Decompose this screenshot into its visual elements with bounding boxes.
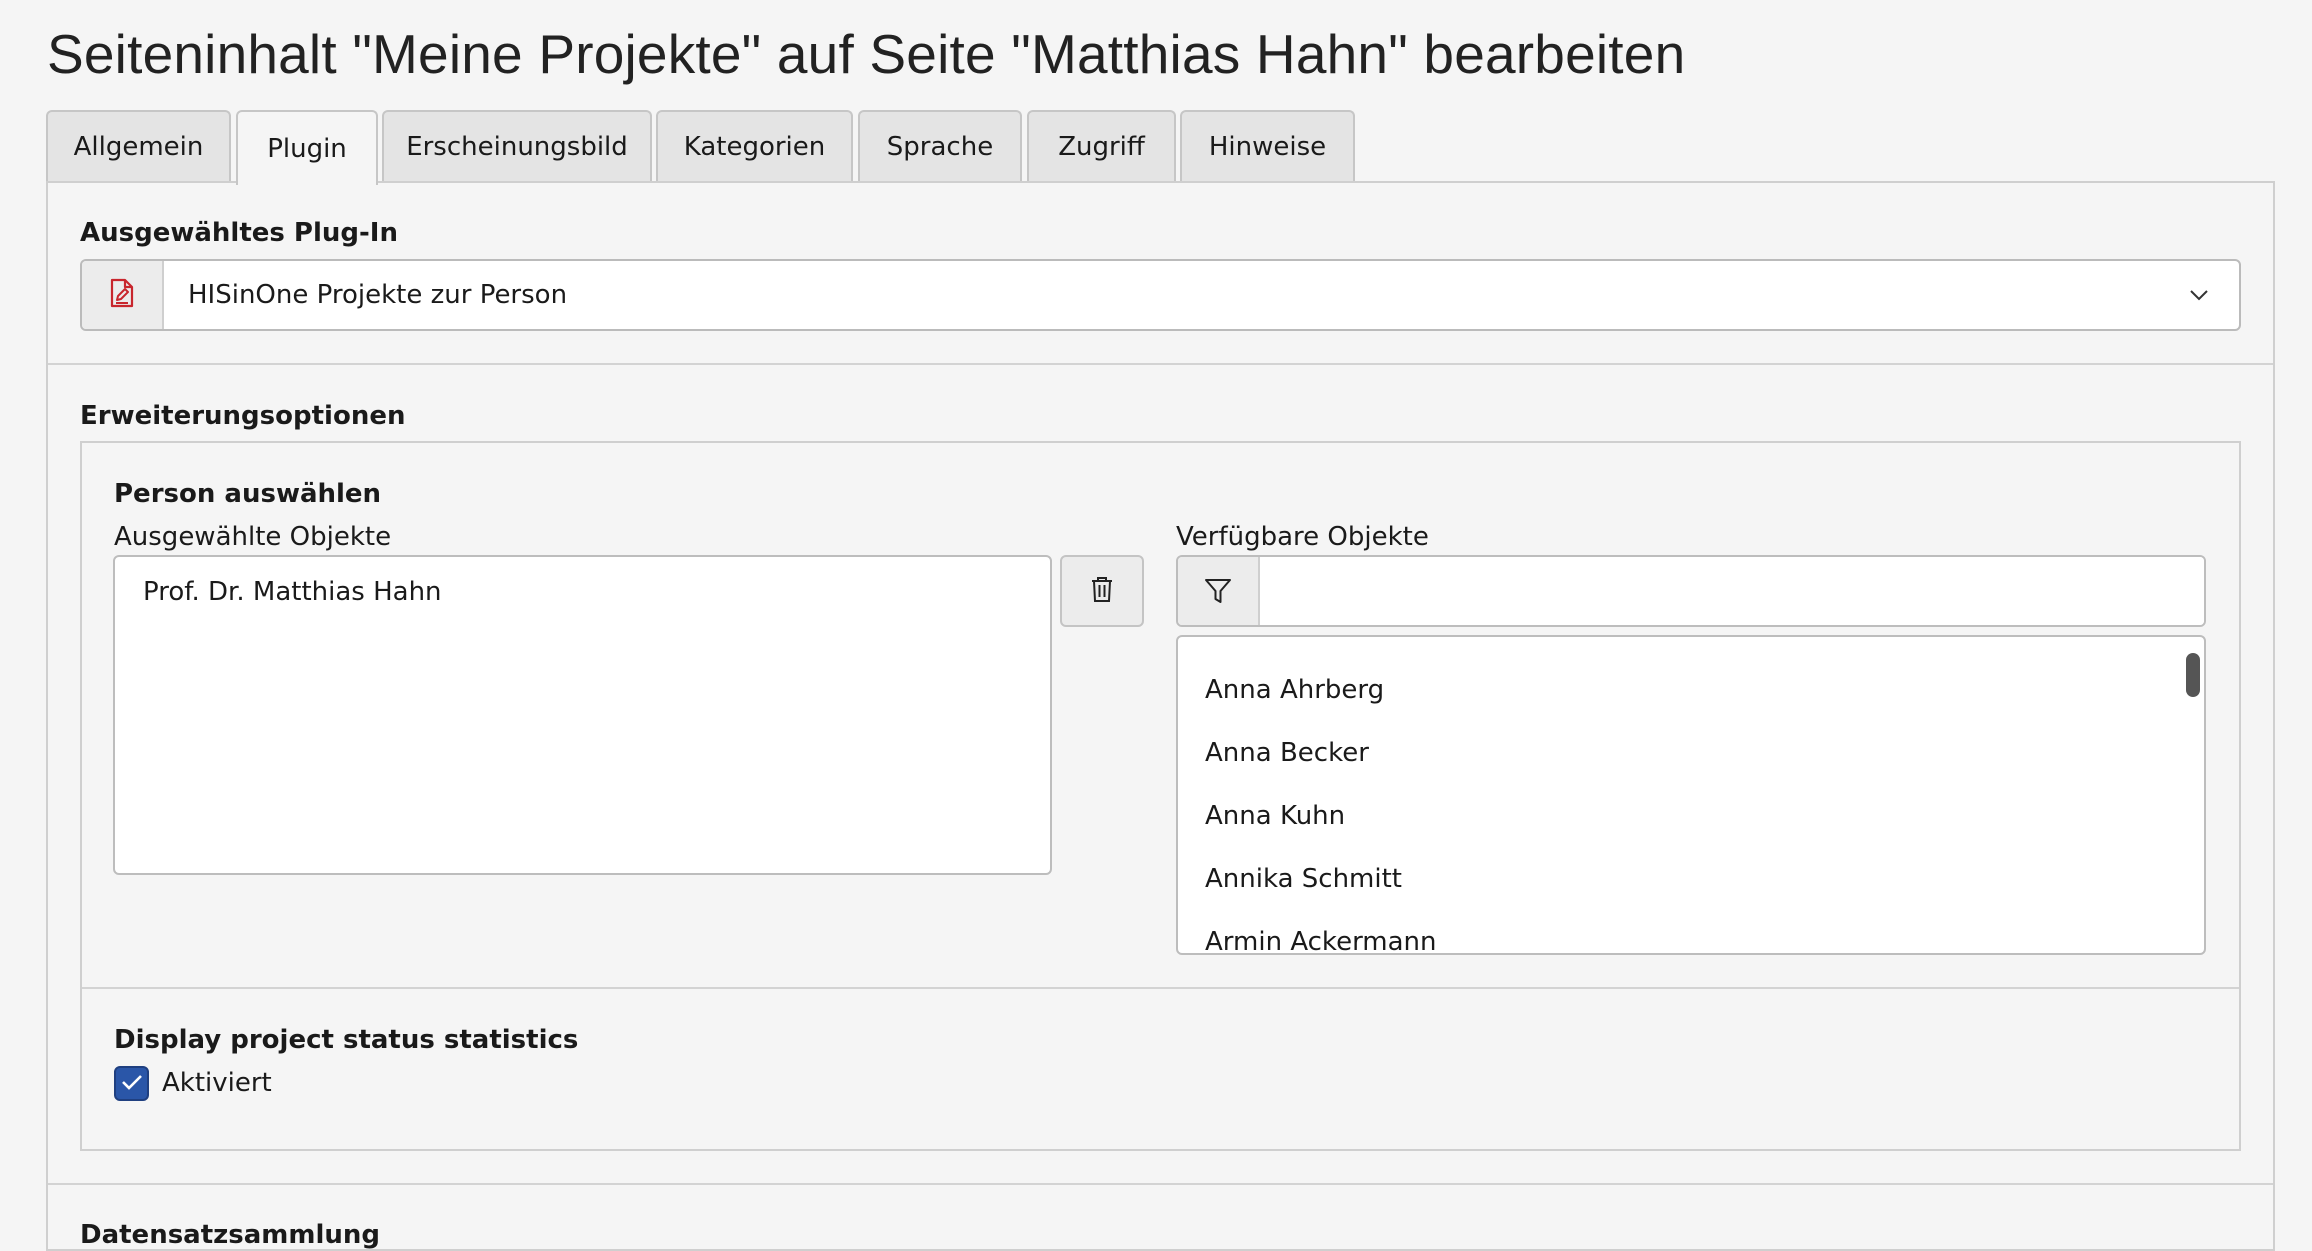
filter-input[interactable] [1260, 557, 2204, 625]
person-select-label: Person auswählen [114, 479, 382, 509]
filter-icon [1178, 557, 1260, 625]
plugin-select[interactable]: HISinOne Projekte zur Person [80, 259, 2241, 331]
list-item[interactable]: Anna Kuhn [1205, 801, 1345, 831]
plugin-select-value: HISinOne Projekte zur Person [188, 280, 568, 310]
plugin-icon-box [82, 261, 164, 329]
list-item[interactable]: Annika Schmitt [1205, 864, 1402, 894]
list-item[interactable]: Prof. Dr. Matthias Hahn [143, 577, 442, 607]
checkmark-icon [121, 1073, 143, 1095]
subsection-divider [82, 987, 2239, 989]
remove-selected-button[interactable] [1060, 555, 1144, 627]
tab-kategorien[interactable]: Kategorien [656, 110, 853, 181]
tab-zugriff[interactable]: Zugriff [1027, 110, 1176, 181]
tab-hinweise[interactable]: Hinweise [1180, 110, 1355, 181]
filter-field [1176, 555, 2206, 627]
available-objects-label: Verfügbare Objekte [1176, 522, 1429, 552]
scrollbar-thumb[interactable] [2186, 653, 2200, 697]
section-divider [48, 363, 2273, 365]
tab-allgemein[interactable]: Allgemein [46, 110, 231, 181]
checkbox-label[interactable]: Aktiviert [162, 1068, 272, 1098]
stats-option-label: Display project status statistics [114, 1025, 579, 1055]
chevron-down-icon [2159, 288, 2239, 302]
plugin-section-label: Ausgewähltes Plug-In [80, 218, 398, 248]
list-item[interactable]: Armin Ackermann [1205, 927, 1437, 953]
page-title: Seiteninhalt "Meine Projekte" auf Seite … [47, 23, 1686, 85]
selected-objects-label: Ausgewählte Objekte [114, 522, 392, 552]
tab-erscheinungsbild[interactable]: Erscheinungsbild [382, 110, 652, 181]
stats-checkbox[interactable] [114, 1066, 149, 1101]
trash-icon [1090, 575, 1114, 607]
tab-plugin[interactable]: Plugin [236, 110, 378, 185]
list-item[interactable]: Anna Ahrberg [1205, 675, 1384, 705]
selected-objects-list[interactable]: Prof. Dr. Matthias Hahn [113, 555, 1052, 875]
section-divider [48, 1183, 2273, 1185]
available-objects-list[interactable]: Anna Ahrberg Anna Becker Anna Kuhn Annik… [1176, 635, 2206, 955]
list-item-partial [1205, 637, 1213, 643]
plugin-document-icon [109, 278, 135, 312]
next-section-label: Datensatzsammlung [80, 1220, 381, 1250]
tab-sprache[interactable]: Sprache [858, 110, 1022, 181]
extension-section-label: Erweiterungsoptionen [80, 401, 406, 431]
list-item[interactable]: Anna Becker [1205, 738, 1369, 768]
